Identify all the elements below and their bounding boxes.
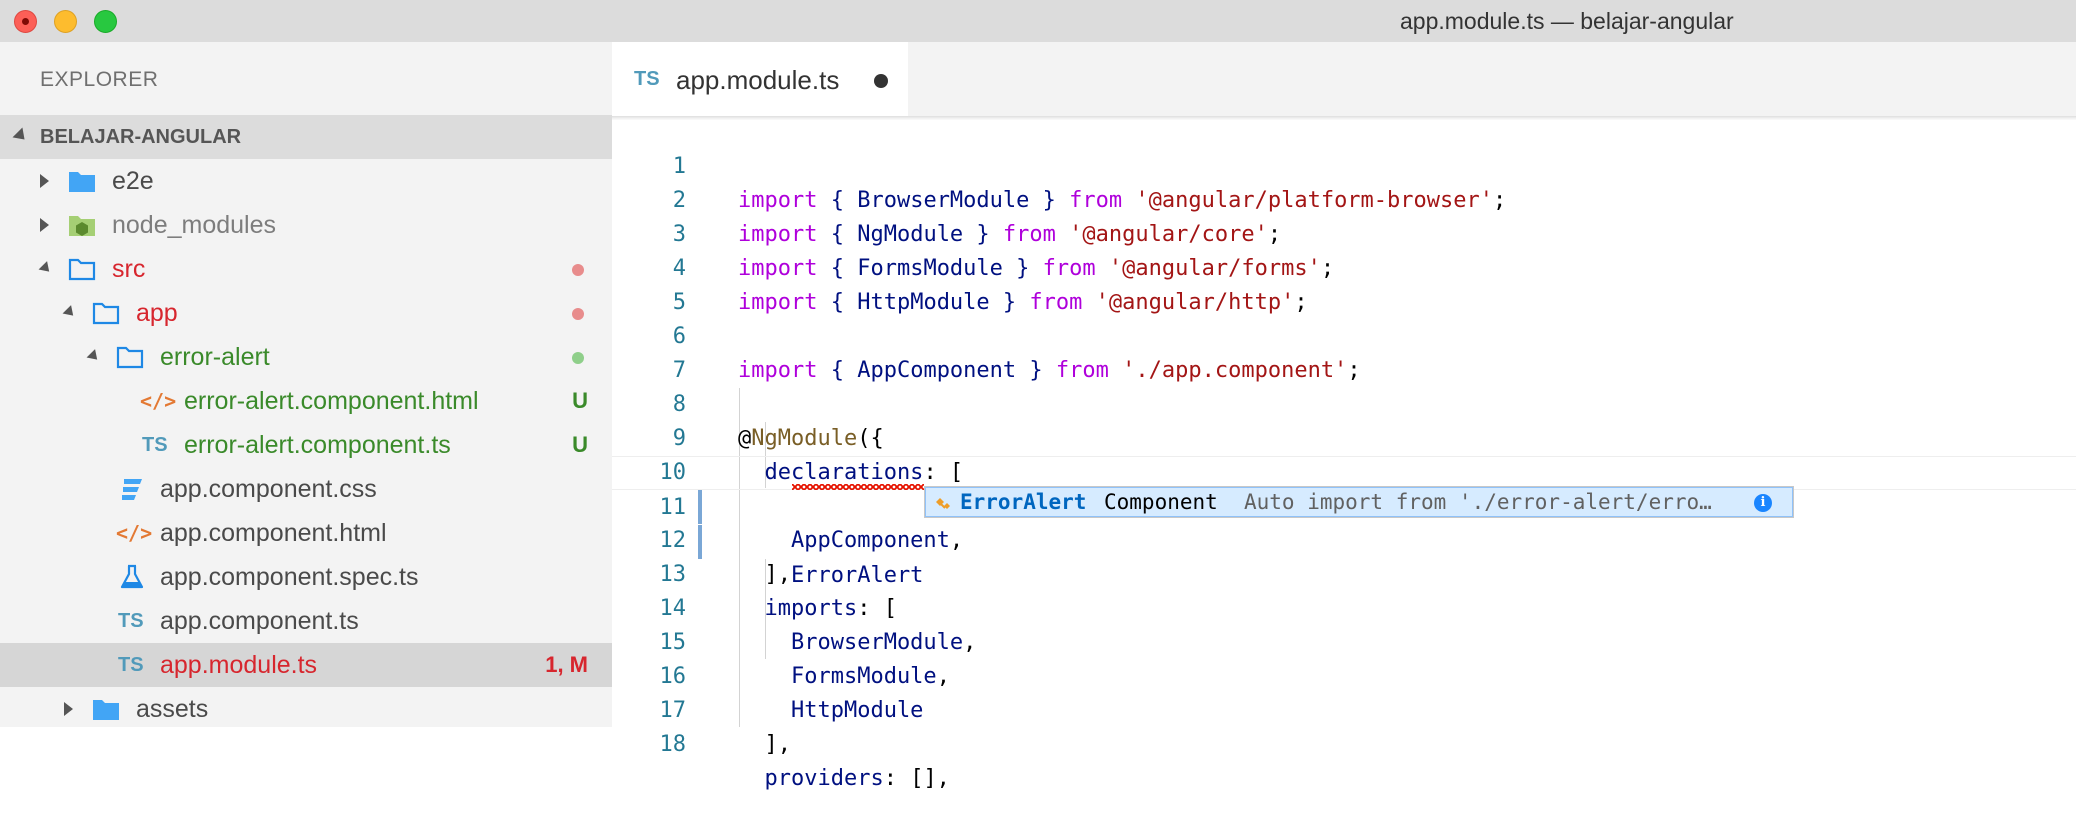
tree-item-label: assets: [136, 695, 209, 723]
git-status: 1, M: [545, 652, 588, 677]
explorer-sidebar: EXPLORER BELAJAR-ANGULAR e2e node_module…: [0, 42, 612, 727]
code-line-5: 5: [612, 252, 2076, 315]
git-status: U: [572, 432, 588, 457]
tree-item-assets[interactable]: assets: [0, 687, 612, 731]
suggestion-widget[interactable]: ErrorAlert Component Auto import from '.…: [924, 486, 1794, 518]
tree-item-error-alert-ts[interactable]: TS error-alert.component.ts U: [0, 423, 612, 467]
code-line-10: 10 AppComponent,: [612, 422, 2076, 553]
chevron-down-icon: [62, 305, 78, 320]
tree-item-label: app.component.html: [160, 519, 387, 547]
workspace-section-header[interactable]: BELAJAR-ANGULAR: [0, 115, 612, 159]
tree-item-app[interactable]: app: [0, 291, 612, 335]
editor-tab-bar: TS app.module.ts: [612, 42, 2076, 116]
chevron-down-icon: [38, 261, 54, 276]
tree-item-label: node_modules: [112, 211, 277, 239]
tree-item-app-component-ts[interactable]: TS app.component.ts: [0, 599, 612, 643]
code-line-15: 15 FormsModule,: [612, 592, 2076, 689]
css-file-icon: [122, 479, 142, 500]
suggestion-label: Component: [1104, 490, 1218, 514]
untracked-dot: [572, 352, 584, 364]
tree-item-label: app.component.css: [160, 475, 377, 503]
tree-item-app-css[interactable]: app.component.css: [0, 467, 612, 511]
tab-label: app.module.ts: [676, 65, 840, 95]
folder-open-icon: [116, 346, 144, 369]
code-line-8: 8 @NgModule({: [612, 354, 2076, 451]
code-line-14: 14 BrowserModule,: [612, 558, 2076, 655]
tree-item-label: app.component.spec.ts: [160, 563, 419, 591]
modified-dot: [572, 264, 584, 276]
chevron-down-icon: [86, 349, 102, 364]
chevron-right-icon: [40, 174, 49, 188]
close-icon: [22, 18, 29, 25]
code-line-7: 7: [612, 320, 2076, 383]
tree-item-label: error-alert.component.ts: [184, 431, 451, 459]
chevron-right-icon: [40, 218, 49, 232]
folder-open-icon: [68, 258, 96, 281]
tree-item-label: app.module.ts: [160, 651, 318, 679]
code-line-18: 18 providers: [],: [612, 694, 2076, 791]
tree-item-label: error-alert: [160, 343, 270, 371]
maximize-window-button[interactable]: [94, 10, 117, 33]
tree-item-node-modules[interactable]: node_modules: [0, 203, 612, 247]
folder-open-icon: [92, 302, 120, 325]
tree-item-src[interactable]: src: [0, 247, 612, 291]
tree-item-label: e2e: [112, 167, 154, 195]
close-window-button[interactable]: [14, 10, 37, 33]
tree-item-label: error-alert.component.html: [184, 387, 479, 415]
code-line-13: 13 imports: [: [612, 524, 2076, 621]
ts-file-icon: TS: [118, 654, 144, 676]
workspace-name: BELAJAR-ANGULAR: [40, 126, 242, 148]
html-file-icon: </>: [116, 521, 153, 545]
error-squiggle: [792, 484, 924, 490]
ts-file-icon: TS: [634, 68, 660, 90]
code-line-17: 17 ],: [612, 660, 2076, 757]
ts-file-icon: TS: [118, 610, 144, 632]
tree-item-label: app.component.ts: [160, 607, 359, 635]
explorer-title: EXPLORER: [40, 68, 159, 91]
folder-icon: [93, 700, 119, 720]
modified-dot: [572, 308, 584, 320]
tree-item-e2e[interactable]: e2e: [0, 159, 612, 203]
info-icon[interactable]: i: [1754, 494, 1772, 512]
tree-item-app-spec[interactable]: app.component.spec.ts: [0, 555, 612, 599]
minimize-window-button[interactable]: [54, 10, 77, 33]
code-line-9: 9 declarations: [: [612, 388, 2076, 485]
title-bar: app.module.ts — belajar-angular: [0, 0, 2076, 42]
code-line-4: 4 import { HttpModule } from '@angular/h…: [612, 218, 2076, 315]
tree-item-label: app: [136, 299, 178, 327]
suggestion-detail: Auto import from './error-alert/erro…: [1244, 490, 1712, 514]
ts-file-icon: TS: [142, 434, 168, 456]
code-line-6: 6 import { AppComponent } from './app.co…: [612, 286, 2076, 383]
suggestion-item[interactable]: ErrorAlert Component Auto import from '.…: [925, 487, 1793, 517]
tree-item-app-html[interactable]: </> app.component.html: [0, 511, 612, 555]
code-line-16: 16 HttpModule: [612, 626, 2076, 723]
code-line-1: 1 import { BrowserModule } from '@angula…: [612, 116, 2076, 213]
chevron-down-icon: [12, 127, 30, 145]
html-file-icon: </>: [140, 389, 177, 413]
suggestion-match: ErrorAlert: [960, 490, 1087, 514]
unsaved-dot-icon[interactable]: [874, 74, 888, 88]
code-line-3: 3 import { FormsModule } from '@angular/…: [612, 184, 2076, 281]
window-title: app.module.ts — belajar-angular: [1400, 8, 1734, 34]
tree-item-error-alert-html[interactable]: </> error-alert.component.html U: [0, 379, 612, 423]
git-status: U: [572, 388, 588, 413]
tree-item-error-alert[interactable]: error-alert: [0, 335, 612, 379]
node-folder-icon: [69, 216, 95, 236]
code-line-2: 2 import { NgModule } from '@angular/cor…: [612, 150, 2076, 247]
folder-icon: [69, 172, 95, 192]
chevron-right-icon: [64, 702, 73, 716]
line-number: 18: [659, 732, 687, 757]
class-icon: [936, 498, 950, 509]
code-editor[interactable]: 1 import { BrowserModule } from '@angula…: [612, 116, 2076, 791]
tree-item-label: src: [112, 255, 146, 283]
tree-item-app-module-ts[interactable]: TS app.module.ts 1, M: [0, 643, 612, 687]
test-file-icon: [120, 564, 144, 589]
tab-app-module-ts[interactable]: TS app.module.ts: [612, 42, 908, 116]
